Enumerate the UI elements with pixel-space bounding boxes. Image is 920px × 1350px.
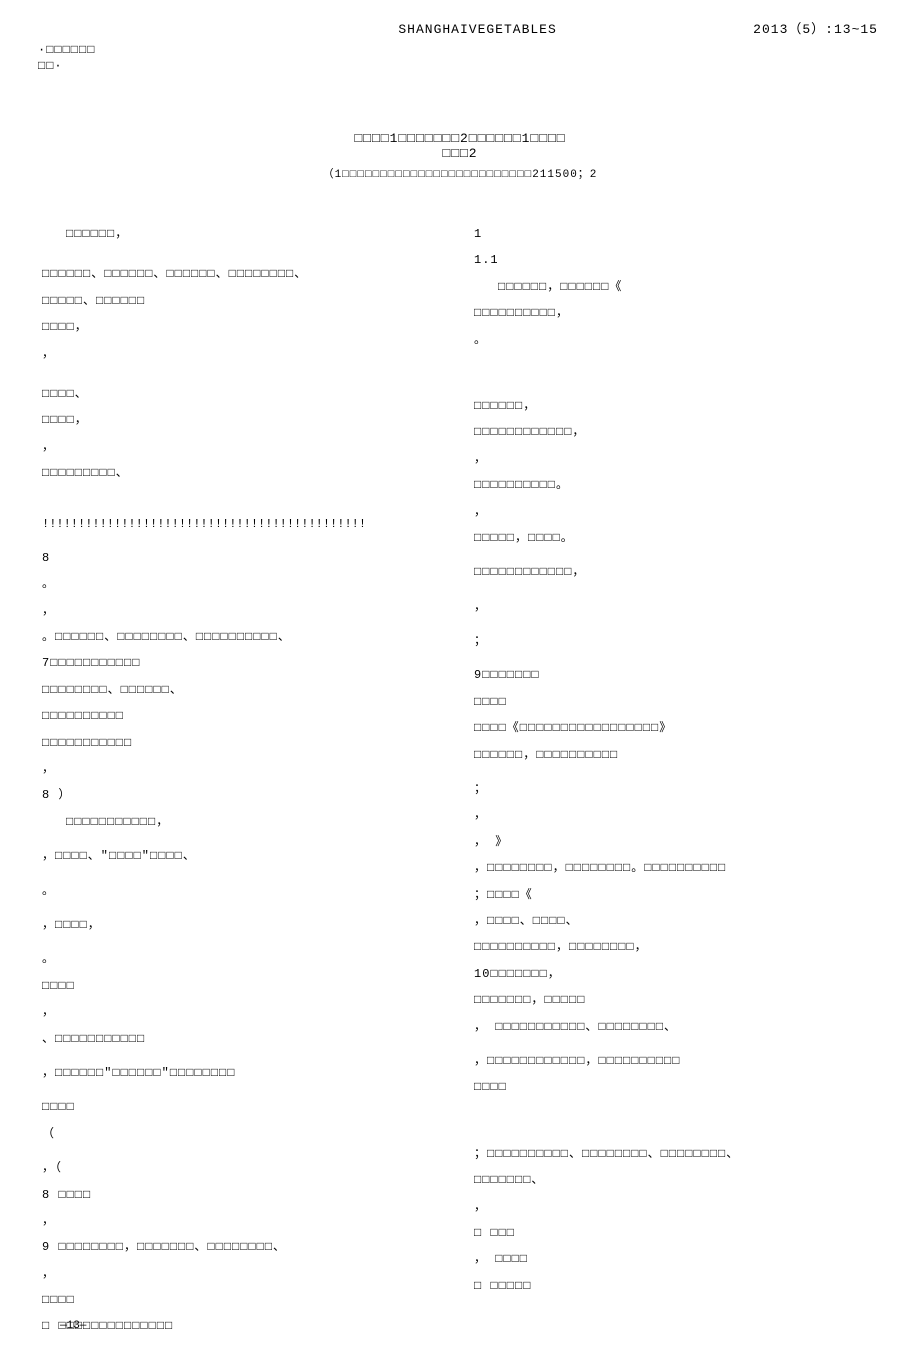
body-text: □□□□□□， xyxy=(474,393,878,419)
section-tag: ·□□□□□□ xyxy=(38,43,878,57)
body-text: □□□□ xyxy=(474,1074,878,1100)
body-text: □ □□□□□ xyxy=(474,1273,878,1299)
body-text: □□□□□□□□□□。 xyxy=(474,472,878,498)
body-text: □□□□□□□、 xyxy=(474,1167,878,1193)
body-text: 10□□□□□□□， xyxy=(474,961,878,987)
body-text: □□□□□□□，□□□□□ xyxy=(474,987,878,1013)
body-text: ， xyxy=(474,594,878,620)
citation: 2013（5）:13~15 xyxy=(753,18,878,37)
body-text: ， □□□□□□□□□□□、□□□□□□□□、 xyxy=(474,1014,878,1040)
section-number: 1 xyxy=(474,221,878,247)
body-text: ， xyxy=(474,446,878,472)
body-text: ， xyxy=(474,802,878,828)
separator-line: !!!!!!!!!!!!!!!!!!!!!!!!!!!!!!!!!!!!!!!!… xyxy=(42,511,446,537)
two-column-body: □□□□□□， □□□□□□、□□□□□□、□□□□□□、□□□□□□□□、 □… xyxy=(42,221,878,1340)
authors-line: □□□□1□□□□□□□2□□□□□□1□□□□ xyxy=(42,131,878,146)
body-text: □□□□□□□□□□□， xyxy=(42,809,446,835)
body-text: ，（ xyxy=(42,1155,446,1181)
body-text: □□□□ xyxy=(474,689,878,715)
page-number: —13— xyxy=(60,1320,86,1332)
body-text: □ □□□□□□□□□□□□□□ xyxy=(42,1313,446,1339)
body-text: □□□□□□□□□□□□， xyxy=(474,419,878,445)
body-text: ， xyxy=(42,341,446,367)
body-text: □□□□ xyxy=(42,1287,446,1313)
body-text: 、□□□□□□□□□□□ xyxy=(42,1026,446,1052)
body-text: □□□□□□□□□□□□， xyxy=(474,559,878,585)
body-text: □□□□□，□□□□。 xyxy=(474,525,878,551)
body-text: □□□□□□□□□□，□□□□□□□□， xyxy=(474,934,878,960)
body-text: □□□□， xyxy=(42,407,446,433)
body-text: 8 xyxy=(42,545,446,571)
body-text: 。 xyxy=(42,571,446,597)
journal-title: SHANGHAIVEGETABLES xyxy=(202,22,753,37)
body-text: □□□□□□，□□□□□□《 xyxy=(474,274,878,300)
body-text: ；□□□□《 xyxy=(474,882,878,908)
body-text: ， xyxy=(42,756,446,782)
body-text: □ □□□ xyxy=(474,1220,878,1246)
body-text: 。 xyxy=(474,327,878,353)
body-text: ，□□□□、□□□□、 xyxy=(474,908,878,934)
body-text: □□□□□□□□、□□□□□□、 xyxy=(42,677,446,703)
body-text: 7□□□□□□□□□□□ xyxy=(42,650,446,676)
body-text: ，□□□□、"□□□□"□□□□、 xyxy=(42,843,446,869)
body-text: ， xyxy=(474,1194,878,1220)
body-text: □□□□ xyxy=(42,1094,446,1120)
body-text: ，□□□□□□□□□□□□，□□□□□□□□□□ xyxy=(474,1048,878,1074)
body-text: □□□□□□□□□□， xyxy=(474,300,878,326)
body-text: □□□□□□， xyxy=(42,221,446,247)
affiliation: （1□□□□□□□□□□□□□□□□□□□□□□□□□211500；2 xyxy=(42,165,878,181)
body-text: □□□□□、□□□□□□ xyxy=(42,288,446,314)
body-text: ， xyxy=(42,1261,446,1287)
page-header: SHANGHAIVEGETABLES 2013（5）:13~15 xyxy=(42,18,878,37)
body-text: □□□□□□□□□□□ xyxy=(42,730,446,756)
body-text: ， xyxy=(42,598,446,624)
right-column: 1 1.1 □□□□□□，□□□□□□《 □□□□□□□□□□， 。 □□□□□… xyxy=(474,221,878,1340)
body-text: ， xyxy=(42,999,446,1025)
body-text: 9 □□□□□□□□，□□□□□□□、□□□□□□□□、 xyxy=(42,1234,446,1260)
body-text: 9□□□□□□□ xyxy=(474,662,878,688)
body-text: 。 xyxy=(42,946,446,972)
body-text: ； xyxy=(474,776,878,802)
section-tag-sub: □□· xyxy=(38,59,878,73)
body-text: □□□□、 xyxy=(42,381,446,407)
title-block: □□□□1□□□□□□□2□□□□□□1□□□□ □□□2 （1□□□□□□□□… xyxy=(42,131,878,181)
body-text: □□□□□□□□□、 xyxy=(42,460,446,486)
body-text: ，□□□□□□□□，□□□□□□□□。□□□□□□□□□□ xyxy=(474,855,878,881)
authors-sub: □□□2 xyxy=(42,146,878,161)
body-text: 。 xyxy=(42,878,446,904)
body-text: □□□□， xyxy=(42,314,446,340)
left-column: □□□□□□， □□□□□□、□□□□□□、□□□□□□、□□□□□□□□、 □… xyxy=(42,221,446,1340)
body-text: □□□□□□、□□□□□□、□□□□□□、□□□□□□□□、 xyxy=(42,261,446,287)
body-text: ，□□□□， xyxy=(42,912,446,938)
body-text: □□□□□□□□□□ xyxy=(42,703,446,729)
body-text: ， xyxy=(42,1208,446,1234)
body-text: □□□□□□，□□□□□□□□□□ xyxy=(474,742,878,768)
body-text: 。□□□□□□、□□□□□□□□、□□□□□□□□□□、 xyxy=(42,624,446,650)
body-text: □□□□ xyxy=(42,973,446,999)
body-text: ，□□□□□□"□□□□□□"□□□□□□□□ xyxy=(42,1060,446,1086)
body-text: （ xyxy=(42,1121,446,1147)
body-text: ， xyxy=(474,499,878,525)
body-text: 8 ） xyxy=(42,782,446,808)
subsection-number: 1.1 xyxy=(474,247,878,273)
body-text: ， xyxy=(42,434,446,460)
body-text: 8 □□□□ xyxy=(42,1182,446,1208)
body-text: ；□□□□□□□□□□、□□□□□□□□、□□□□□□□□、 xyxy=(474,1141,878,1167)
body-text: ， 》 xyxy=(474,829,878,855)
body-text: ； xyxy=(474,628,878,654)
body-text: □□□□《□□□□□□□□□□□□□□□□□》 xyxy=(474,715,878,741)
